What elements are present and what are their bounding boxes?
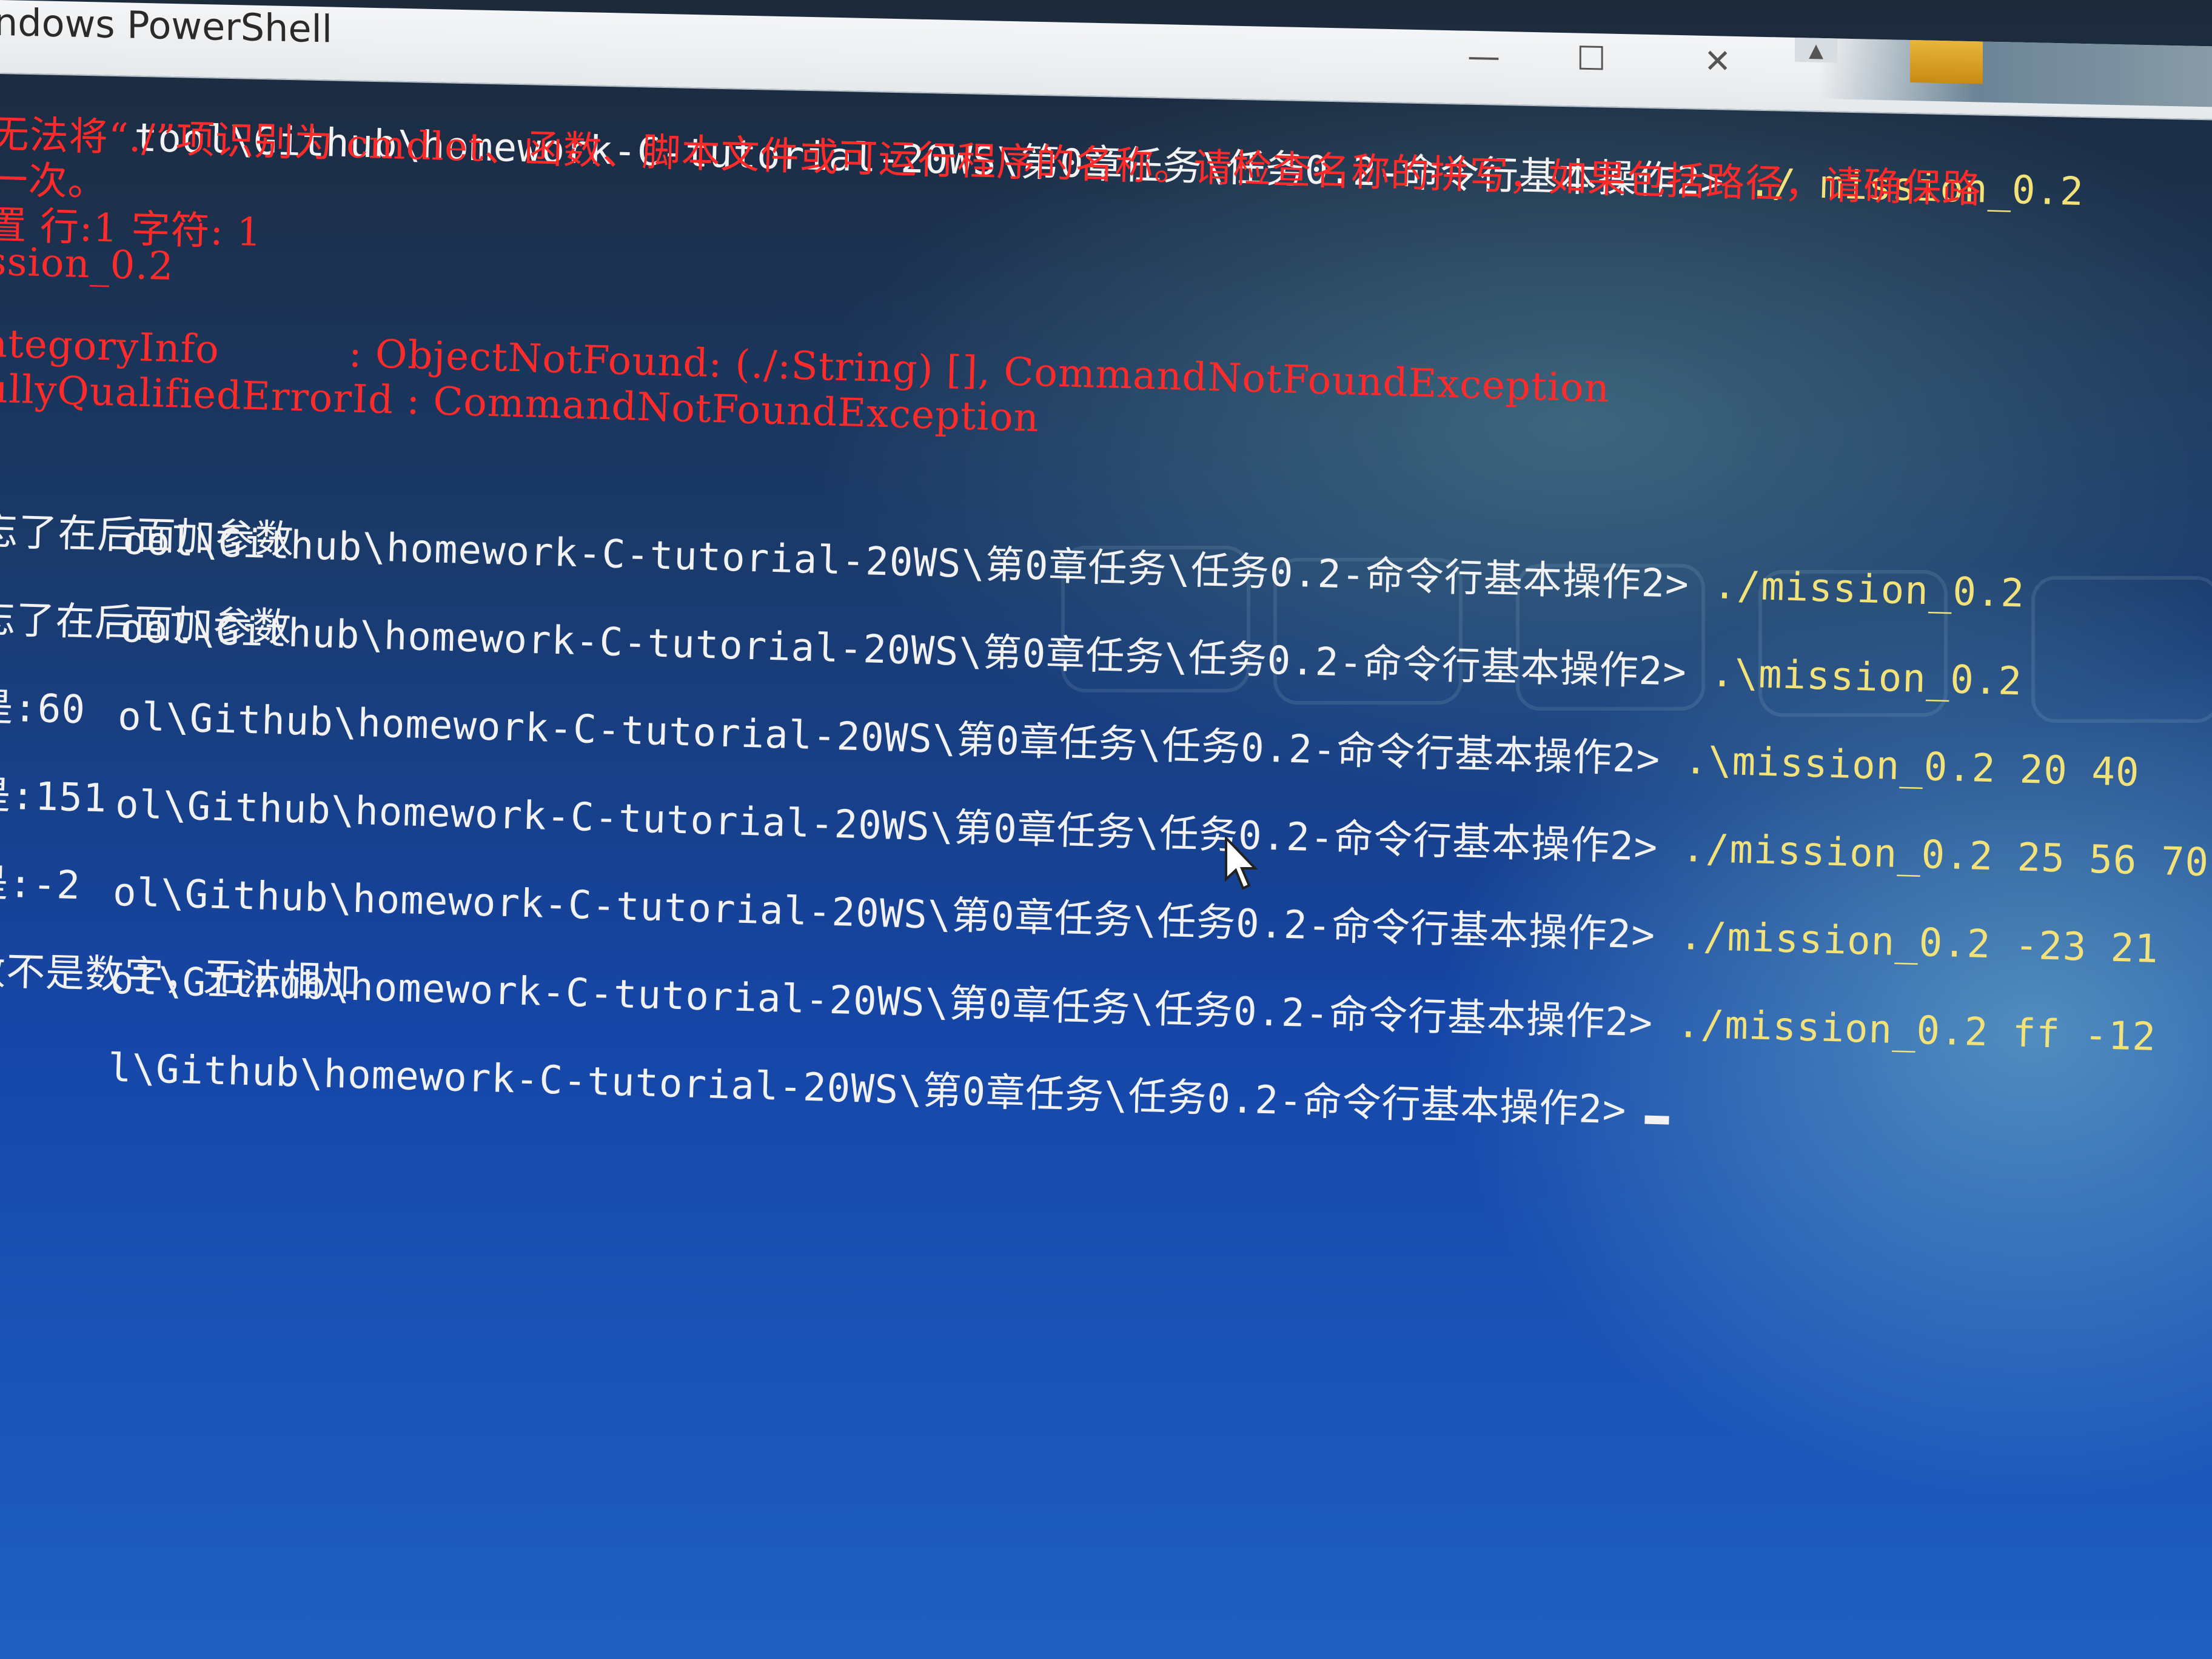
powershell-screen: ndows PowerShell — ☐ ✕ ▲ tool\Github\hom…: [0, 0, 2212, 1659]
error-line: ssion_0.2: [0, 239, 175, 290]
prompt-path: l\Github\homework-C-tutorial-20WS\第0章任务\…: [107, 1045, 1627, 1133]
console-output[interactable]: tool\Github\homework-C-tutorial-20WS\第0章…: [0, 0, 2211, 1659]
command-text: ./mission_0.2 ff -12: [1652, 1000, 2157, 1060]
text-cursor: [1644, 1115, 1669, 1125]
